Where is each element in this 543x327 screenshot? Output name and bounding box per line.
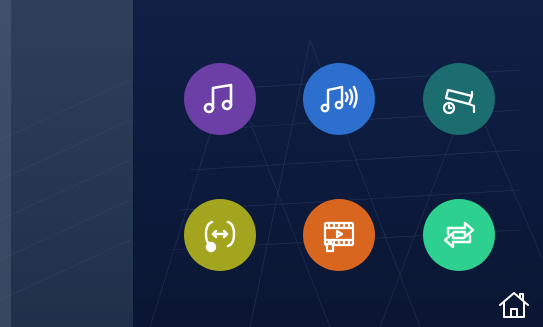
switch-arrows-icon	[443, 221, 475, 249]
phone-transfer-icon	[204, 220, 236, 253]
transfer-button[interactable]	[184, 199, 256, 271]
left-panel	[0, 0, 133, 327]
video-button[interactable]	[303, 199, 375, 271]
switch-button[interactable]	[423, 199, 495, 271]
home-icon[interactable]	[497, 290, 531, 320]
cctv-camera-clock-icon	[442, 88, 476, 115]
film-delete-icon	[323, 221, 355, 253]
screen	[0, 0, 543, 327]
music-volume-icon	[320, 85, 358, 113]
camera-button[interactable]	[423, 63, 495, 135]
ringtone-button[interactable]	[303, 63, 375, 135]
music-button[interactable]	[184, 63, 256, 135]
music-note-icon	[203, 83, 233, 114]
